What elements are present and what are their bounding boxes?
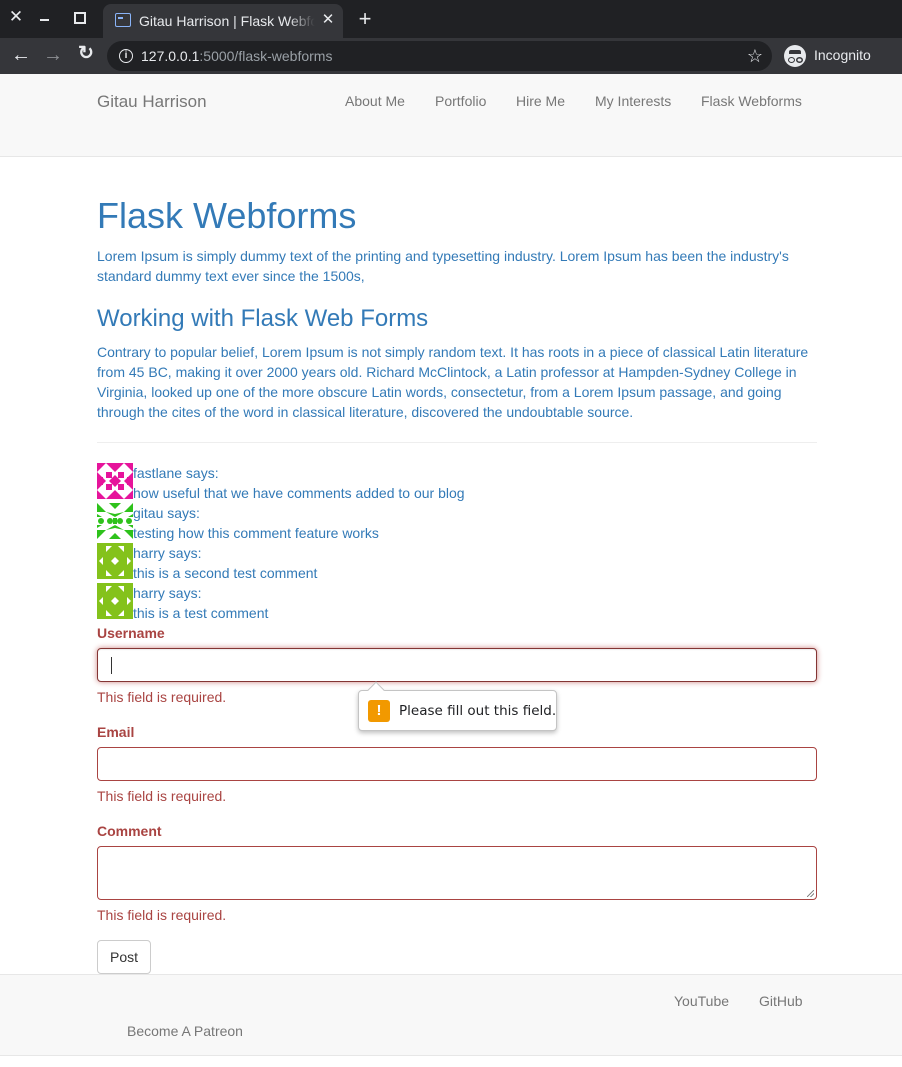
comment-text: how useful that we have comments added t… — [133, 485, 465, 501]
site-navbar: Gitau Harrison About Me Portfolio Hire M… — [0, 74, 902, 157]
comment-text: this is a test comment — [133, 605, 269, 621]
address-bar[interactable]: i 127.0.0.1:5000/flask-webforms ☆ — [107, 41, 772, 71]
incognito-icon[interactable] — [784, 45, 806, 67]
username-label: Username — [97, 625, 165, 641]
avatar-identicon-icon — [97, 503, 133, 539]
comment-author: fastlane says: — [133, 465, 219, 481]
validation-tooltip: ! Please fill out this field. — [358, 681, 557, 731]
comment-item: gitau says: testing how this comment fea… — [97, 503, 817, 543]
footer-link-patreon[interactable]: Become A Patreon — [127, 1023, 243, 1039]
username-error: This field is required. — [97, 689, 227, 705]
nav-link-hire-me[interactable]: Hire Me — [516, 93, 565, 109]
section-title: Working with Flask Web Forms — [97, 305, 429, 332]
url-host: 127.0.0.1 — [141, 48, 200, 64]
incognito-label[interactable]: Incognito — [814, 47, 871, 63]
intro-paragraph: Lorem Ipsum is simply dummy text of the … — [97, 248, 789, 284]
tab-close-icon[interactable]: ✕ — [319, 11, 337, 29]
comment-error: This field is required. — [97, 907, 227, 923]
avatar-identicon-icon — [97, 463, 133, 499]
reload-icon[interactable]: ↻ — [75, 43, 97, 65]
footer-link-github[interactable]: GitHub — [759, 993, 803, 1009]
username-input[interactable] — [97, 648, 817, 682]
divider — [97, 442, 817, 443]
browser-tab-bar: ✕ Gitau Harrison | Flask Webforms ✕ + — [0, 0, 902, 38]
window-maximize-icon[interactable] — [70, 8, 88, 26]
email-input[interactable] — [97, 747, 817, 781]
tab-title: Gitau Harrison | Flask Webforms — [139, 13, 315, 29]
site-footer: YouTube GitHub Become A Patreon — [0, 974, 902, 1056]
post-button[interactable]: Post — [97, 940, 151, 974]
comment-textarea[interactable] — [97, 846, 817, 900]
comment-text: this is a second test comment — [133, 565, 318, 581]
comment-item: harry says: this is a test comment — [97, 583, 817, 623]
nav-link-portfolio[interactable]: Portfolio — [435, 93, 486, 109]
new-tab-icon[interactable]: + — [354, 8, 376, 30]
comment-item: fastlane says: how useful that we have c… — [97, 463, 817, 503]
forward-arrow-icon[interactable]: → — [42, 44, 64, 66]
browser-tab[interactable]: Gitau Harrison | Flask Webforms ✕ — [103, 4, 343, 38]
back-arrow-icon[interactable]: ← — [10, 44, 32, 66]
text-caret — [111, 657, 112, 674]
bookmark-star-icon[interactable]: ☆ — [745, 46, 765, 66]
email-error: This field is required. — [97, 788, 227, 804]
nav-link-about-me[interactable]: About Me — [345, 93, 405, 109]
avatar-identicon-icon — [97, 583, 133, 619]
email-label: Email — [97, 724, 135, 740]
comment-item: harry says: this is a second test commen… — [97, 543, 817, 583]
nav-link-my-interests[interactable]: My Interests — [595, 93, 671, 109]
window-close-icon[interactable]: ✕ — [7, 8, 25, 26]
comment-label: Comment — [97, 823, 162, 839]
window-minimize-icon[interactable] — [36, 8, 54, 26]
page-title: Flask Webforms — [97, 195, 357, 236]
nav-link-flask-webforms[interactable]: Flask Webforms — [701, 93, 802, 109]
url-path: :5000/flask-webforms — [199, 48, 333, 64]
comment-author: harry says: — [133, 585, 202, 601]
site-brand[interactable]: Gitau Harrison — [97, 92, 207, 112]
resize-handle-icon[interactable] — [807, 890, 814, 897]
url-text[interactable]: 127.0.0.1:5000/flask-webforms — [141, 48, 332, 64]
page-favicon-icon — [115, 13, 131, 27]
site-info-icon[interactable]: i — [119, 49, 133, 63]
validation-message: Please fill out this field. — [399, 703, 557, 719]
comment-author: gitau says: — [133, 505, 200, 521]
browser-toolbar: ← → ↻ i 127.0.0.1:5000/flask-webforms ☆ — [0, 38, 902, 74]
comment-text: testing how this comment feature works — [133, 525, 379, 541]
footer-link-youtube[interactable]: YouTube — [674, 993, 729, 1009]
avatar-identicon-icon — [97, 543, 133, 579]
tooltip-arrow — [367, 681, 385, 699]
warning-icon: ! — [368, 700, 390, 722]
comment-author: harry says: — [133, 545, 202, 561]
section-paragraph: Contrary to popular belief, Lorem Ipsum … — [97, 344, 809, 420]
